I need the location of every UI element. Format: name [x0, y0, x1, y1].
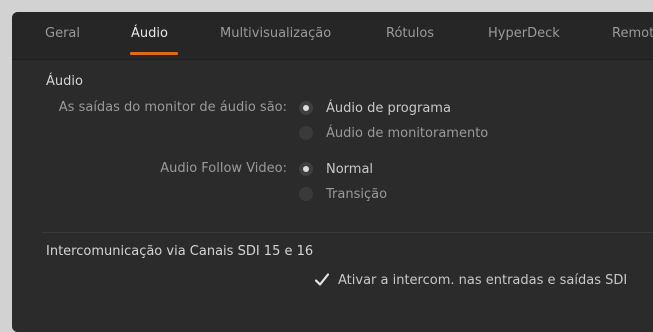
- tab-hyperdeck[interactable]: HyperDeck: [488, 26, 560, 41]
- follow-video-label: Audio Follow Video:: [160, 161, 287, 176]
- intercom-section-title: Intercomunicação via Canais SDI 15 e 16: [46, 244, 314, 259]
- settings-panel: Geral Áudio Multivisualização Rótulos Hy…: [12, 12, 653, 332]
- tab-remote[interactable]: Remot: [612, 26, 653, 41]
- intercom-checkbox-label: Ativar a intercom. nas entradas e saídas…: [338, 272, 628, 288]
- tab-audio[interactable]: Áudio: [131, 26, 168, 41]
- radio-selected-icon: [299, 162, 313, 176]
- radio-transition[interactable]: Transição: [299, 185, 387, 203]
- radio-selected-icon: [299, 101, 313, 115]
- radio-program-audio[interactable]: Áudio de programa: [299, 99, 451, 117]
- tab-geral[interactable]: Geral: [45, 26, 80, 41]
- radio-normal-label: Normal: [326, 161, 374, 177]
- tab-bar: Geral Áudio Multivisualização Rótulos Hy…: [12, 12, 653, 60]
- checkmark-icon: [314, 272, 330, 288]
- tab-multiview[interactable]: Multivisualização: [220, 26, 331, 41]
- radio-unselected-icon: [299, 187, 313, 201]
- radio-program-audio-label: Áudio de programa: [326, 100, 451, 116]
- radio-unselected-icon: [299, 126, 313, 140]
- radio-normal[interactable]: Normal: [299, 160, 373, 178]
- tab-rotulos[interactable]: Rótulos: [386, 26, 434, 41]
- radio-monitor-audio-label: Áudio de monitoramento: [326, 125, 489, 141]
- radio-transition-label: Transição: [326, 186, 388, 202]
- section-divider: [42, 232, 653, 233]
- intercom-checkbox[interactable]: Ativar a intercom. nas entradas e saídas…: [314, 271, 627, 289]
- radio-monitor-audio[interactable]: Áudio de monitoramento: [299, 124, 488, 142]
- monitor-output-label: As saídas do monitor de áudio são:: [58, 100, 287, 115]
- tab-content: Áudio As saídas do monitor de áudio são:…: [12, 60, 653, 332]
- active-tab-indicator: [130, 52, 178, 55]
- audio-section-title: Áudio: [46, 74, 83, 89]
